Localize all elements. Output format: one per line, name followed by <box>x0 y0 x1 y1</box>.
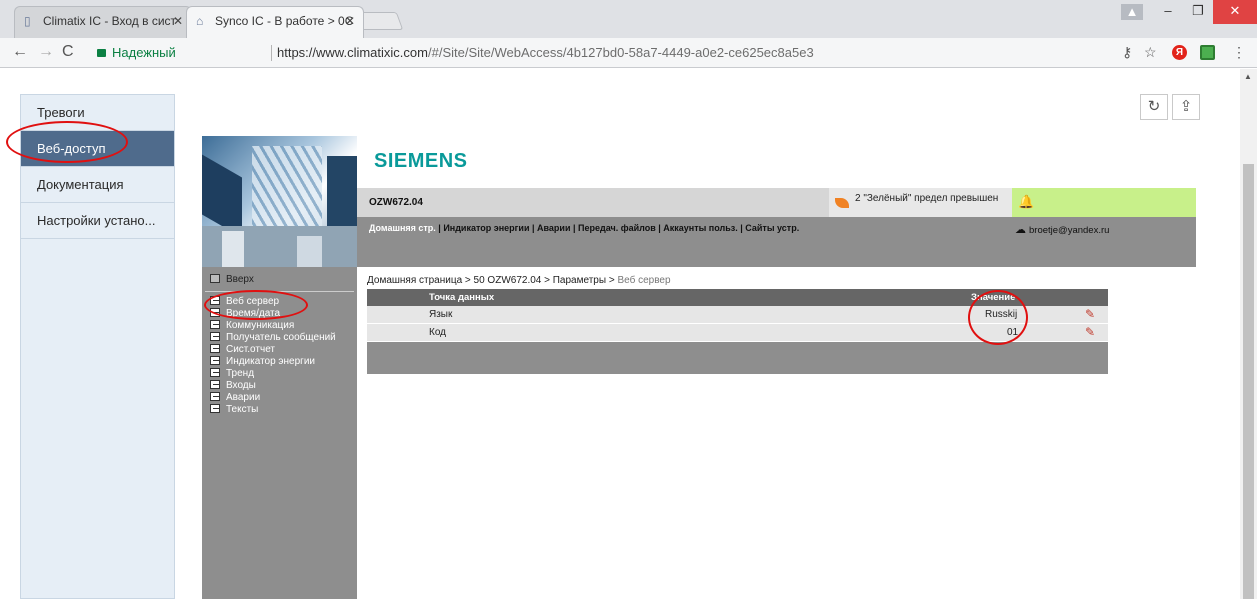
datapoint-value: 01 <box>1007 327 1019 338</box>
url-text[interactable]: https://www.climatixic.com/#/Site/Site/W… <box>277 45 814 60</box>
refresh-icon[interactable]: ↻ <box>1140 94 1168 120</box>
device-menu-links[interactable]: Домашняя стр. | Индикатор энергии | Авар… <box>369 223 799 233</box>
datapoint-value: Russkij <box>985 309 1018 320</box>
page-icon: ▯ <box>24 14 31 28</box>
device-name: OZW672.04 <box>369 197 423 208</box>
cloud-icon: ☁ <box>1015 224 1026 236</box>
tree-up-item[interactable]: Вверх <box>202 267 357 289</box>
menu-home-link[interactable]: Домашняя стр. <box>369 223 436 233</box>
sidebar-item-web-access[interactable]: Веб-доступ <box>21 131 174 167</box>
breadcrumb[interactable]: Домашняя страница > 50 OZW672.04 > Парам… <box>367 275 671 286</box>
tree-item-time-date[interactable]: Время/дата <box>202 308 357 320</box>
tree-item-inputs[interactable]: Входы <box>202 380 357 392</box>
tree-item-system-report[interactable]: Сист.отчет <box>202 344 357 356</box>
yandex-extension-icon[interactable]: Я <box>1172 45 1187 60</box>
datapoint-name: Язык <box>429 309 453 320</box>
account-label[interactable]: ☁ broetje@yandex.ru <box>1015 223 1109 236</box>
parameter-tree: Вверх Веб сервер Время/дата Коммуникация… <box>202 267 357 599</box>
divider <box>205 291 354 292</box>
page-scrollbar[interactable]: ▲ <box>1240 69 1257 599</box>
tree-item-energy-indicator[interactable]: Индикатор энергии <box>202 356 357 368</box>
minimize-button[interactable]: – <box>1153 0 1183 24</box>
page-icon: ⌂ <box>196 14 204 28</box>
tree-item-alarms[interactable]: Аварии <box>202 392 357 404</box>
scrollbar-thumb[interactable] <box>1243 164 1254 599</box>
alarm-text: 2 "Зелёный" предел превышен <box>855 193 999 204</box>
tree-item-texts[interactable]: Тексты <box>202 404 357 416</box>
secure-indicator[interactable]: Надежный <box>97 45 176 60</box>
browser-toolbar: ← → C Надежный https://www.climatixic.co… <box>0 38 1257 68</box>
export-icon <box>210 368 220 377</box>
sidebar-item-alarms[interactable]: Тревоги <box>21 95 174 131</box>
sidebar-item-settings[interactable]: Настройки устано... <box>21 203 174 239</box>
alarm-indicator[interactable]: 🔔 <box>1012 188 1196 217</box>
forward-icon[interactable]: → <box>38 43 54 61</box>
edit-pencil-icon[interactable]: ✎ <box>1085 325 1095 339</box>
close-tab-icon[interactable]: ✕ <box>345 7 355 35</box>
reload-icon[interactable]: C <box>62 43 74 61</box>
lock-icon <box>97 49 106 57</box>
tab-synco-ic[interactable]: ⌂ Synco IC - В работе > 0С ✕ <box>186 6 364 38</box>
bookmark-star-icon[interactable]: ☆ <box>1144 44 1157 60</box>
siemens-logo: SIEMENS <box>374 150 468 172</box>
datapoint-name: Код <box>429 327 447 338</box>
extension-icon[interactable] <box>1200 45 1215 60</box>
open-external-icon[interactable]: ⇪ <box>1172 94 1200 120</box>
site-sidebar: Тревоги Веб-доступ Документация Настройк… <box>20 94 175 599</box>
building-banner-image <box>202 136 357 267</box>
web-page: Тревоги Веб-доступ Документация Настройк… <box>0 69 1240 599</box>
export-icon <box>210 344 220 353</box>
device-web-frame: SIEMENS OZW672.04 2 "Зелёный" предел пре… <box>202 136 1196 599</box>
divider <box>271 45 272 61</box>
restore-button[interactable]: ❐ <box>1183 0 1213 24</box>
edit-pencil-icon[interactable]: ✎ <box>1085 307 1095 321</box>
export-icon <box>210 380 220 389</box>
export-icon <box>210 320 220 329</box>
address-bar[interactable]: Надежный https://www.climatixic.com/#/Si… <box>85 41 1088 65</box>
profile-icon[interactable]: ▲ <box>1121 4 1143 20</box>
tab-climatix-login[interactable]: ▯ Climatix IC - Вход в сист ✕ <box>14 6 192 38</box>
sidebar-item-documentation[interactable]: Документация <box>21 167 174 203</box>
alarm-status[interactable]: 2 "Зелёный" предел превышен <box>829 188 1012 217</box>
bell-icon: 🔔 <box>1018 194 1035 209</box>
tree-item-web-server[interactable]: Веб сервер <box>202 296 357 308</box>
export-icon <box>210 404 220 413</box>
export-icon <box>210 308 220 317</box>
tab-title: Climatix IC - Вход в сист <box>43 14 177 28</box>
table-row[interactable]: Код 01 ✎ <box>367 324 1108 342</box>
device-menu-bar: Домашняя стр. | Индикатор энергии | Авар… <box>357 217 1196 267</box>
export-icon <box>210 332 220 341</box>
leaf-icon <box>835 198 849 208</box>
back-icon[interactable]: ← <box>12 43 28 61</box>
window-close-button[interactable]: ✕ <box>1213 0 1257 24</box>
tab-title: Synco IC - В работе > 0С <box>215 14 354 28</box>
close-tab-icon[interactable]: ✕ <box>173 7 183 35</box>
table-header: Точка данных Значение <box>367 289 1108 306</box>
folder-up-icon <box>210 274 220 283</box>
column-header-value: Значение <box>971 292 1016 303</box>
tree-item-message-receiver[interactable]: Получатель сообщений <box>202 332 357 344</box>
parameter-content: Домашняя страница > 50 OZW672.04 > Парам… <box>357 267 1196 599</box>
table-footer <box>367 342 1108 374</box>
datapoint-table: Точка данных Значение Язык Russkij ✎ Код… <box>367 289 1108 374</box>
page-actions: ↻ ⇪ <box>1140 94 1200 120</box>
export-icon <box>210 296 220 305</box>
device-header-bar: OZW672.04 2 "Зелёный" предел превышен 🔔 <box>357 188 1196 217</box>
window-controls: ▲ – ❐ ✕ <box>1121 0 1257 24</box>
export-icon <box>210 356 220 365</box>
export-icon <box>210 392 220 401</box>
table-row[interactable]: Язык Russkij ✎ <box>367 306 1108 324</box>
key-icon[interactable]: ⚷ <box>1122 44 1132 60</box>
tree-item-trend[interactable]: Тренд <box>202 368 357 380</box>
tree-item-communication[interactable]: Коммуникация <box>202 320 357 332</box>
column-header-datapoint: Точка данных <box>429 292 495 303</box>
browser-tab-strip: ▯ Climatix IC - Вход в сист ✕ ⌂ Synco IC… <box>0 0 1257 38</box>
menu-kebab-icon[interactable]: ⋮ <box>1232 44 1246 60</box>
scroll-up-arrow-icon[interactable]: ▲ <box>1244 72 1252 81</box>
